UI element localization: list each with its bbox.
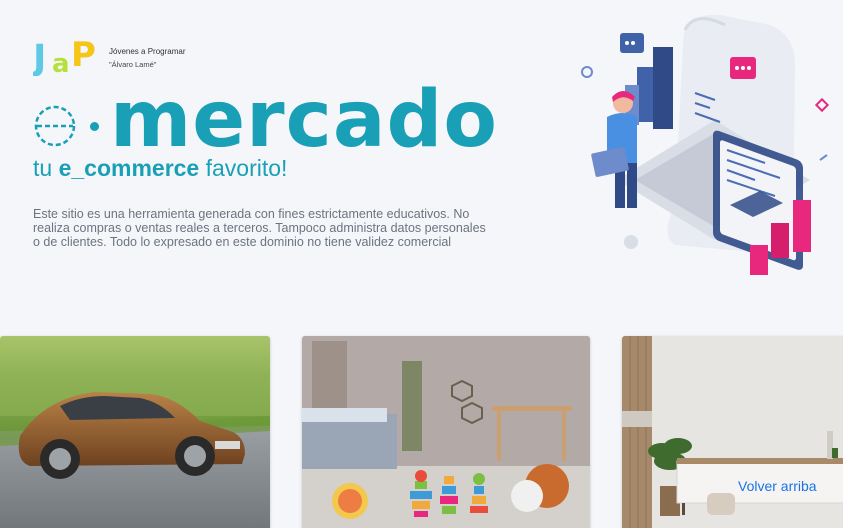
jap-logo: J a P: [33, 35, 96, 76]
brown-sedan-photo: [0, 336, 270, 528]
org-name: Jóvenes a Programar: [109, 47, 186, 56]
kids-room-toys-photo: [302, 336, 590, 528]
svg-text:J: J: [33, 38, 46, 76]
category-card-toys[interactable]: [302, 336, 590, 528]
category-card-cars[interactable]: [0, 336, 270, 528]
hero-illustration: [581, 14, 830, 275]
tagline-prefix: tu: [33, 155, 59, 181]
back-to-top-link[interactable]: Volver arriba: [738, 478, 817, 494]
category-card-home[interactable]: [622, 336, 843, 528]
disclaimer-text: Este sitio es una herramienta generada c…: [33, 207, 486, 249]
svg-text:a: a: [52, 49, 70, 76]
tagline-suffix: favorito!: [199, 155, 288, 181]
tagline-bold: e_commerce: [58, 155, 200, 181]
tagline: tu e_commerce favorito!: [33, 155, 287, 182]
brand-e-icon: [34, 105, 76, 147]
brand-dot: [90, 122, 99, 131]
org-caption: Jóvenes a Programar "Álvaro Lamé": [109, 45, 185, 71]
living-room-furniture-photo: [622, 336, 843, 528]
svg-text:P: P: [71, 35, 96, 75]
